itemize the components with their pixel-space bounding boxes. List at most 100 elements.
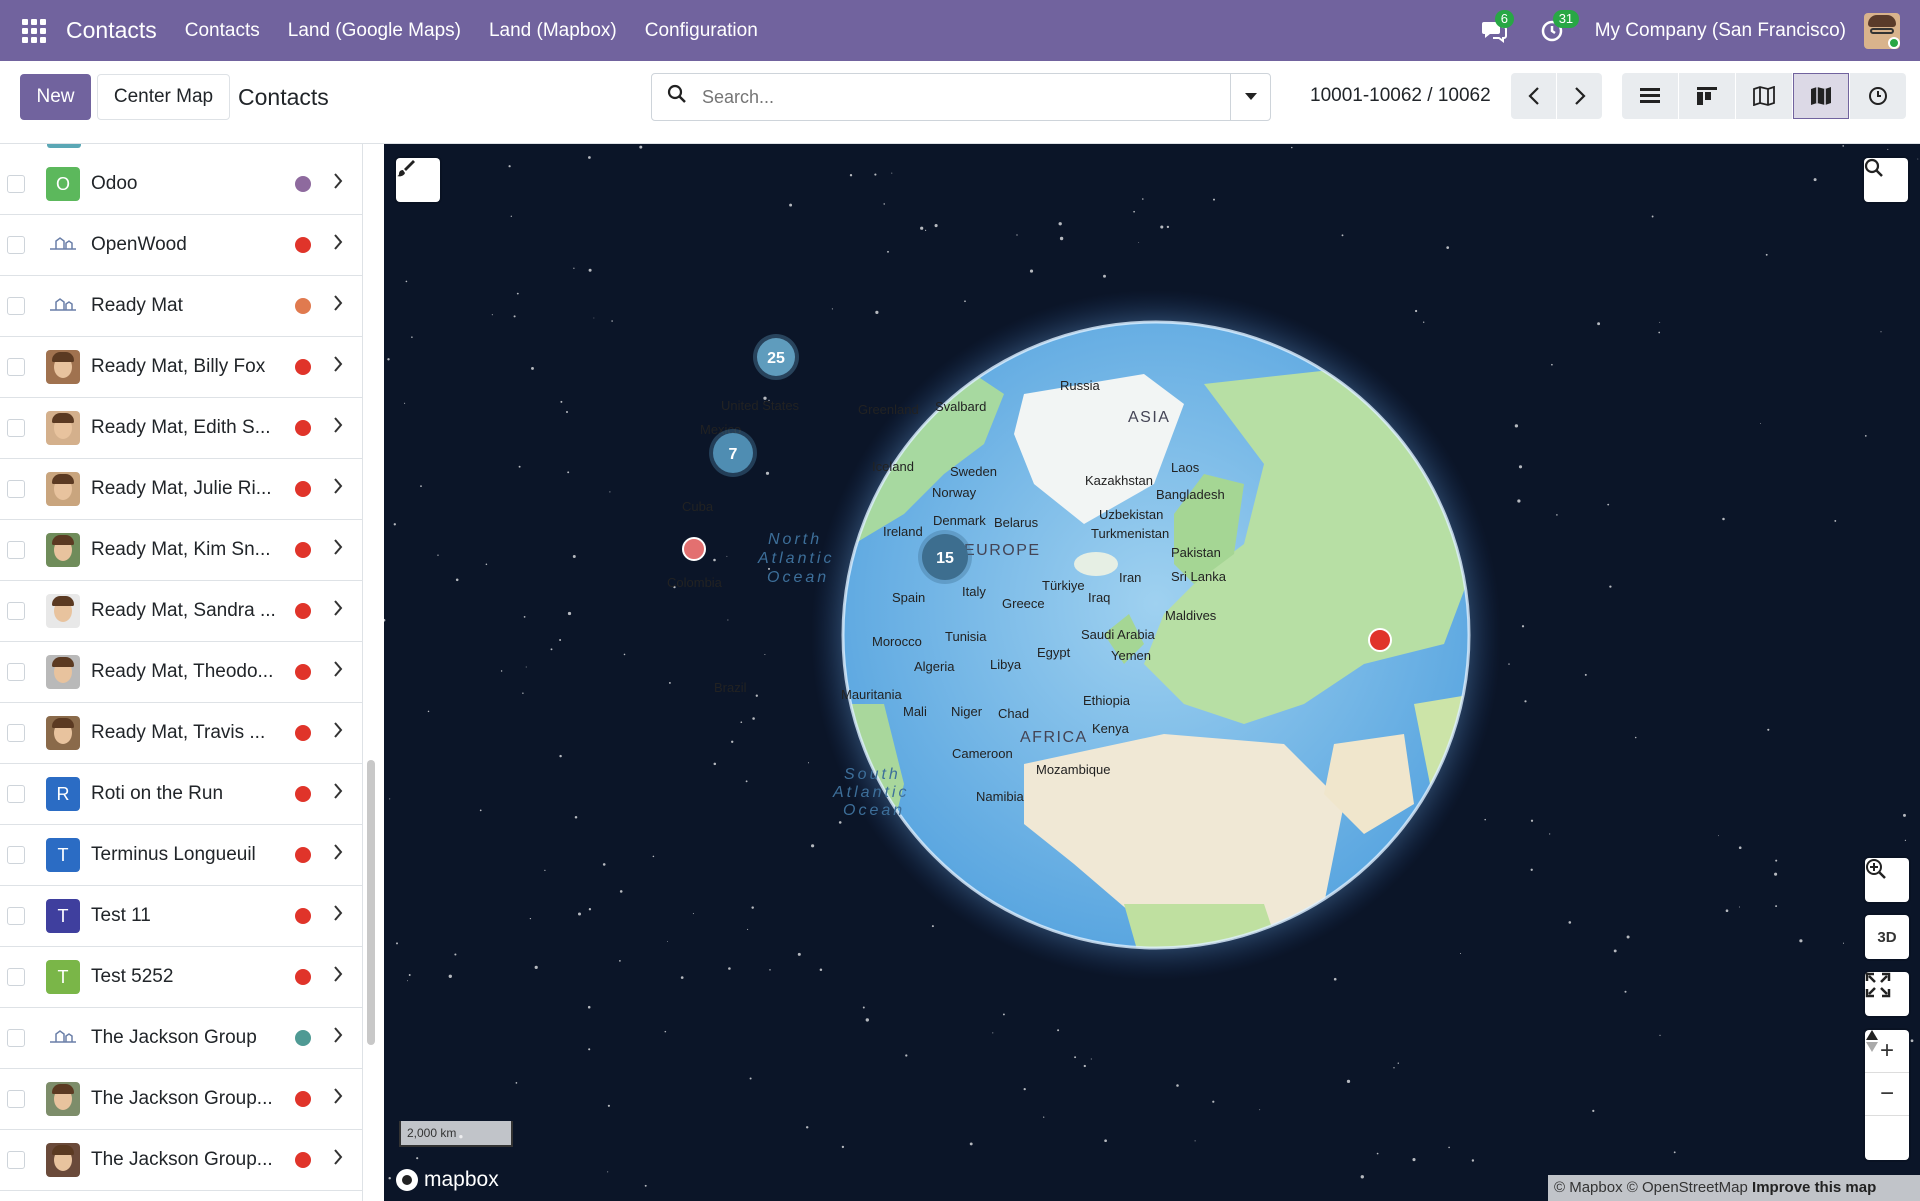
mapbox-view-button[interactable] (1793, 73, 1849, 119)
chevron-right-icon[interactable] (333, 1027, 343, 1049)
contact-name[interactable]: Ready Mat, Billy Fox (91, 356, 295, 378)
list-item[interactable]: Ready Mat, Julie Ri... (0, 459, 362, 520)
chevron-right-icon[interactable] (333, 722, 343, 744)
marker-single[interactable] (1368, 628, 1392, 652)
list-item[interactable]: T Terminus Longueuil (0, 825, 362, 886)
compass-icon[interactable] (1865, 1030, 1909, 1159)
list-item[interactable]: Ready Mat, Theodo... (0, 642, 362, 703)
list-item[interactable]: R Roti on the Run (0, 764, 362, 825)
menu-land-mapbox[interactable]: Land (Mapbox) (489, 20, 617, 42)
improve-map-link[interactable]: Improve this map (1752, 1179, 1876, 1196)
mapbox-map[interactable]: Russia ASIA United States Greenland Svalbard… (384, 144, 1920, 1201)
contact-name[interactable]: Ready Mat, Travis ... (91, 722, 295, 744)
contact-name[interactable]: Test 5252 (91, 966, 295, 988)
row-checkbox[interactable] (7, 602, 25, 620)
pager-value[interactable]: 10001-10062 / 10062 (1310, 85, 1491, 107)
list-item[interactable]: The Jackson Group... (0, 1069, 362, 1130)
contact-name[interactable]: Roti on the Run (91, 783, 295, 805)
user-avatar[interactable] (1864, 12, 1900, 49)
pager-previous-button[interactable] (1511, 73, 1556, 119)
row-checkbox[interactable] (7, 968, 25, 986)
activity-view-button[interactable] (1850, 73, 1906, 119)
chevron-right-icon[interactable] (333, 600, 343, 622)
toggle-3d-button[interactable]: 3D (1865, 915, 1909, 959)
contact-name[interactable]: Odoo (91, 173, 295, 195)
map-view-button[interactable] (1736, 73, 1792, 119)
kanban-view-button[interactable] (1679, 73, 1735, 119)
fullscreen-icon[interactable] (1865, 972, 1909, 1016)
chevron-right-icon[interactable] (333, 661, 343, 683)
contact-name[interactable]: The Jackson Group (91, 1027, 295, 1049)
cluster-marker[interactable]: 15 (918, 530, 972, 584)
row-checkbox[interactable] (7, 358, 25, 376)
cluster-marker[interactable]: 7 (709, 429, 757, 477)
mapbox-logo[interactable]: mapbox (396, 1168, 499, 1192)
contact-name[interactable]: Ready Mat, Kim Sn... (91, 539, 295, 561)
list-item[interactable]: O Odoo (0, 154, 362, 215)
row-checkbox[interactable] (7, 480, 25, 498)
map-canvas[interactable]: Russia ASIA United States Greenland Svalbard… (384, 144, 1920, 1201)
list-item[interactable]: Ready Mat, Billy Fox (0, 337, 362, 398)
chevron-right-icon[interactable] (333, 966, 343, 988)
chevron-right-icon[interactable] (333, 295, 343, 317)
list-item[interactable]: OpenWood (0, 215, 362, 276)
pager-next-button[interactable] (1557, 73, 1602, 119)
chevron-right-icon[interactable] (333, 356, 343, 378)
sidebar-scrollbar[interactable] (367, 760, 375, 1045)
row-checkbox[interactable] (7, 663, 25, 681)
row-checkbox[interactable] (7, 1029, 25, 1047)
zoom-out-icon[interactable]: − (1865, 1073, 1909, 1116)
chevron-right-icon[interactable] (333, 1088, 343, 1110)
contact-name[interactable]: Ready Mat (91, 295, 295, 317)
row-checkbox[interactable] (7, 907, 25, 925)
row-checkbox[interactable] (7, 419, 25, 437)
list-view-button[interactable] (1622, 73, 1678, 119)
list-item[interactable]: T Test 11 (0, 886, 362, 947)
row-checkbox[interactable] (7, 297, 25, 315)
list-item[interactable]: Ready Mat, Sandra ... (0, 581, 362, 642)
contact-name[interactable]: Ready Mat, Sandra ... (91, 600, 295, 622)
row-checkbox[interactable] (7, 724, 25, 742)
row-checkbox[interactable] (7, 1090, 25, 1108)
contact-name[interactable]: The Jackson Group... (91, 1088, 295, 1110)
contact-name[interactable]: Ready Mat, Theodo... (91, 661, 295, 683)
list-item[interactable]: Ready Mat (0, 276, 362, 337)
paint-brush-icon[interactable] (396, 158, 440, 202)
chevron-right-icon[interactable] (333, 844, 343, 866)
center-map-button[interactable]: Center Map (97, 74, 230, 120)
row-checkbox[interactable] (7, 236, 25, 254)
list-item[interactable]: The Jackson Group (0, 1008, 362, 1069)
list-item[interactable]: Ready Mat, Travis ... (0, 703, 362, 764)
chevron-right-icon[interactable] (333, 478, 343, 500)
app-name[interactable]: Contacts (66, 17, 157, 44)
messages-icon[interactable]: 6 (1479, 9, 1514, 46)
chevron-right-icon[interactable] (333, 1149, 343, 1171)
contact-name[interactable]: OpenWood (91, 234, 295, 256)
list-item[interactable]: The Jackson Group... (0, 1130, 362, 1191)
contact-name[interactable]: Ready Mat, Edith S... (91, 417, 295, 439)
menu-land-google-maps[interactable]: Land (Google Maps) (288, 20, 461, 42)
row-checkbox[interactable] (7, 1151, 25, 1169)
company-switcher[interactable]: My Company (San Francisco) (1595, 20, 1846, 42)
chevron-right-icon[interactable] (333, 417, 343, 439)
chevron-right-icon[interactable] (333, 905, 343, 927)
contact-name[interactable]: Test 11 (91, 905, 295, 927)
marker-single[interactable] (682, 537, 706, 561)
list-item[interactable]: Ready Mat, Edith S... (0, 398, 362, 459)
row-checkbox[interactable] (7, 175, 25, 193)
cluster-marker[interactable]: 25 (753, 334, 799, 380)
list-item[interactable]: Ready Mat, Kim Sn... (0, 520, 362, 581)
activities-icon[interactable]: 31 (1537, 9, 1580, 46)
map-search-icon[interactable] (1864, 158, 1908, 202)
chevron-right-icon[interactable] (333, 234, 343, 256)
contact-name[interactable]: The Jackson Group... (91, 1149, 295, 1171)
contact-name[interactable]: Terminus Longueuil (91, 844, 295, 866)
search-input[interactable] (692, 86, 1230, 108)
row-checkbox[interactable] (7, 846, 25, 864)
zoom-to-fit-icon[interactable] (1865, 858, 1909, 902)
attribution-text[interactable]: © Mapbox © OpenStreetMap (1554, 1179, 1748, 1196)
menu-contacts[interactable]: Contacts (185, 20, 260, 42)
menu-configuration[interactable]: Configuration (645, 20, 758, 42)
chevron-right-icon[interactable] (333, 173, 343, 195)
row-checkbox[interactable] (7, 785, 25, 803)
